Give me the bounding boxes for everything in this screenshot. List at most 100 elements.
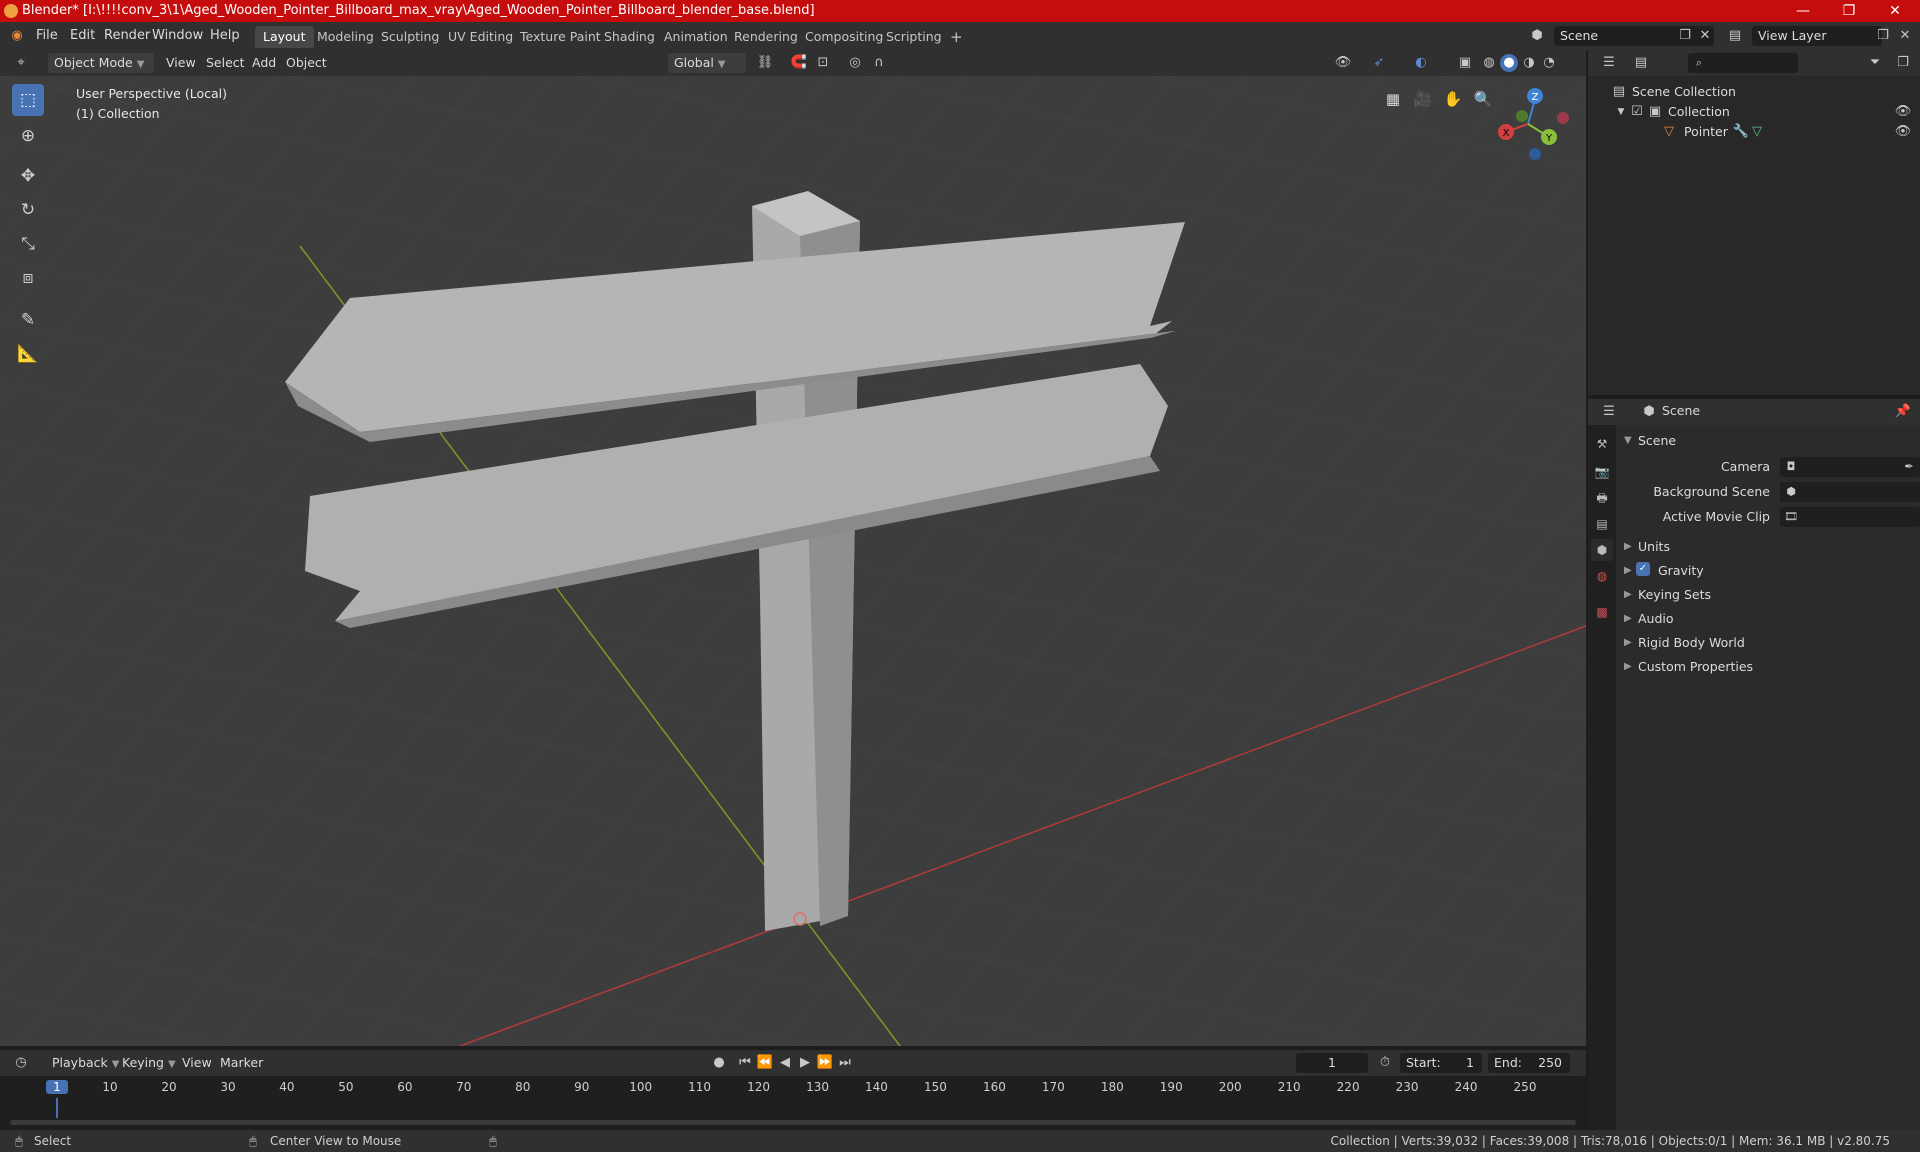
- view-layer-tab-icon[interactable]: ▤: [1591, 513, 1613, 535]
- delete-scene-icon[interactable]: ✕: [1696, 27, 1714, 45]
- editor-type-icon[interactable]: ⌖: [12, 54, 30, 72]
- menu-view[interactable]: View: [160, 53, 202, 73]
- gravity-checkbox[interactable]: ✓: [1636, 562, 1650, 576]
- rotate-icon[interactable]: ↻: [12, 194, 44, 226]
- jump-keyframe-back-icon[interactable]: ⏪: [756, 1054, 774, 1072]
- wireframe-shading-icon[interactable]: ◍: [1480, 54, 1498, 72]
- rigid-body-world-panel-header[interactable]: ▶ Rigid Body World: [1616, 631, 1916, 655]
- material-shading-icon[interactable]: ◑: [1520, 54, 1538, 72]
- scale-icon[interactable]: ⤡: [12, 228, 44, 260]
- world-tab-icon[interactable]: ◍: [1591, 565, 1613, 587]
- render-tab-icon[interactable]: 📷: [1591, 461, 1613, 483]
- tab-texture-paint[interactable]: Texture Paint: [512, 26, 609, 48]
- outliner-row-scene-collection[interactable]: ▤ Scene Collection: [1588, 82, 1920, 102]
- playback-dropdown[interactable]: Playback ▼: [46, 1053, 125, 1073]
- toggle-view-grid-icon[interactable]: ▦: [1380, 86, 1406, 112]
- timeline-scrollbar[interactable]: [10, 1120, 1576, 1125]
- custom-properties-panel-header[interactable]: ▶ Custom Properties: [1616, 655, 1916, 679]
- timeline-editor-type-icon[interactable]: ◷: [12, 1054, 30, 1072]
- orientation-dropdown[interactable]: Global ▼: [668, 53, 746, 73]
- jump-keyframe-forward-icon[interactable]: ⏩: [816, 1054, 834, 1072]
- start-frame-field[interactable]: Start: 1: [1400, 1053, 1482, 1073]
- checkbox-icon[interactable]: ☑: [1628, 103, 1646, 121]
- delete-view-layer-icon[interactable]: ✕: [1896, 27, 1914, 45]
- snap-target-icon[interactable]: ⊡: [814, 54, 832, 72]
- menu-object[interactable]: Object: [280, 53, 333, 73]
- falloff-icon[interactable]: ∩: [870, 54, 888, 72]
- audio-panel-header[interactable]: ▶ Audio: [1616, 607, 1916, 631]
- solid-shading-icon[interactable]: ●: [1500, 54, 1518, 72]
- timeline-area[interactable]: 1 10 20 30 40 50 60 70 80 90 100 110 120 130 140 150 160…: [0, 1076, 1586, 1130]
- playhead-line[interactable]: [56, 1098, 58, 1118]
- background-scene-field[interactable]: ⬢: [1780, 482, 1920, 502]
- view-layer-selector[interactable]: View Layer: [1752, 26, 1882, 46]
- new-view-layer-icon[interactable]: ❐: [1874, 27, 1892, 45]
- tab-animation[interactable]: Animation: [656, 26, 736, 48]
- stopwatch-icon[interactable]: ⏱: [1376, 1054, 1394, 1072]
- tab-uv-editing[interactable]: UV Editing: [440, 26, 521, 48]
- scene-tab-icon[interactable]: ⬢: [1591, 539, 1613, 561]
- menu-help[interactable]: Help: [204, 26, 246, 46]
- tab-scripting[interactable]: Scripting: [878, 26, 950, 48]
- play-icon[interactable]: ▶: [796, 1054, 814, 1072]
- outliner-row-pointer[interactable]: ▽ Pointer 🔧 ▽ 👁: [1588, 122, 1920, 142]
- eye-icon[interactable]: 👁: [1894, 103, 1912, 121]
- output-tab-icon[interactable]: 🖶: [1591, 487, 1613, 509]
- active-movie-clip-field[interactable]: 🎞: [1780, 507, 1920, 527]
- transform-icon[interactable]: ⧈: [12, 262, 44, 294]
- proportional-edit-icon[interactable]: ◎: [846, 54, 864, 72]
- jump-start-icon[interactable]: ⏮: [736, 1054, 754, 1072]
- move-icon[interactable]: ✥: [12, 160, 44, 192]
- display-mode-icon[interactable]: ▤: [1632, 54, 1650, 72]
- select-box-icon[interactable]: ⬚: [12, 84, 44, 116]
- add-workspace-button[interactable]: +: [942, 26, 971, 48]
- properties-editor-type-icon[interactable]: ☰: [1600, 403, 1618, 421]
- pin-icon[interactable]: 📌: [1894, 403, 1912, 421]
- tab-rendering[interactable]: Rendering: [726, 26, 806, 48]
- 3d-viewport[interactable]: Z Y X ▦ 🎥 ✋ 🔍: [0, 76, 1586, 1046]
- measure-icon[interactable]: 📐: [12, 338, 44, 370]
- blender-menu-icon[interactable]: ◉: [8, 27, 26, 45]
- menu-file[interactable]: File: [30, 26, 64, 46]
- gizmo-toggle-icon[interactable]: ➶: [1370, 54, 1388, 72]
- eye-icon[interactable]: 👁: [1894, 123, 1912, 141]
- object-mode-dropdown[interactable]: Object Mode ▼: [48, 53, 154, 73]
- menu-add[interactable]: Add: [246, 53, 282, 73]
- pivot-icon[interactable]: ⛓: [756, 54, 774, 72]
- current-frame-field[interactable]: 1: [1296, 1053, 1368, 1073]
- tab-shading[interactable]: Shading: [596, 26, 663, 48]
- filter-icon[interactable]: ⏷: [1866, 54, 1884, 72]
- menu-window[interactable]: Window: [146, 26, 209, 46]
- camera-view-icon[interactable]: 🎥: [1410, 86, 1436, 112]
- tool-tab-icon[interactable]: ⚒: [1591, 433, 1613, 455]
- scene-panel-header[interactable]: ▼ Scene: [1616, 429, 1916, 453]
- tab-sculpting[interactable]: Sculpting: [373, 26, 447, 48]
- rendered-shading-icon[interactable]: ◔: [1540, 54, 1558, 72]
- jump-end-icon[interactable]: ⏭: [836, 1054, 854, 1072]
- tab-modeling[interactable]: Modeling: [309, 26, 382, 48]
- mesh-data-icon[interactable]: ▽: [1748, 123, 1766, 141]
- camera-field[interactable]: ◘ ✒: [1780, 457, 1920, 477]
- keying-sets-panel-header[interactable]: ▶ Keying Sets: [1616, 583, 1916, 607]
- texture-tab-icon[interactable]: ▩: [1591, 601, 1613, 623]
- outliner-search-input[interactable]: ⌕: [1688, 53, 1798, 73]
- minimize-button[interactable]: —: [1780, 0, 1826, 22]
- menu-select[interactable]: Select: [200, 53, 251, 73]
- visibility-icon[interactable]: 👁: [1334, 54, 1352, 72]
- units-panel-header[interactable]: ▶ Units: [1616, 535, 1916, 559]
- new-scene-icon[interactable]: ❐: [1676, 27, 1694, 45]
- timeline-menu-marker[interactable]: Marker: [214, 1053, 269, 1073]
- snap-icon[interactable]: 🧲: [790, 54, 808, 72]
- cursor-icon[interactable]: ⊕: [12, 120, 44, 152]
- eyedropper-icon[interactable]: ✒: [1900, 458, 1918, 476]
- timeline-menu-view[interactable]: View: [176, 1053, 218, 1073]
- play-reverse-icon[interactable]: ◀: [776, 1054, 794, 1072]
- tab-layout[interactable]: Layout: [255, 26, 314, 48]
- overlay-toggle-icon[interactable]: ◐: [1412, 54, 1430, 72]
- gravity-panel-header[interactable]: ▶ ✓ Gravity: [1616, 559, 1916, 583]
- keying-dropdown[interactable]: Keying ▼: [116, 1053, 182, 1073]
- pan-view-icon[interactable]: ✋: [1440, 86, 1466, 112]
- maximize-button[interactable]: ❐: [1826, 0, 1872, 22]
- zoom-view-icon[interactable]: 🔍: [1470, 86, 1496, 112]
- new-collection-icon[interactable]: ❐: [1894, 54, 1912, 72]
